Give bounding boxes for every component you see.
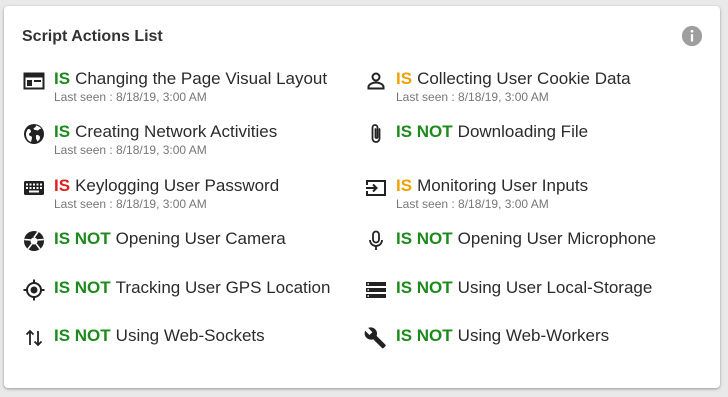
status-badge: IS NOT [396, 229, 453, 248]
status-badge: IS NOT [396, 122, 453, 141]
action-label: Monitoring User Inputs [417, 176, 589, 195]
gps-target-icon [22, 278, 46, 302]
status-badge: IS [54, 69, 71, 88]
actions-list: IS Changing the Page Visual Layout Last s… [22, 68, 712, 373]
list-item: IS Monitoring User Inputs Last seen : 8/1… [364, 175, 712, 228]
card-title: Script Actions List [22, 28, 163, 45]
list-item: IS Keylogging User Password Last seen : 8… [22, 175, 364, 228]
action-label: Keylogging User Password [75, 176, 280, 195]
person-icon [364, 69, 388, 93]
status-badge: IS NOT [54, 229, 111, 248]
list-item: IS Creating Network Activities Last seen … [22, 121, 364, 175]
camera-shutter-icon [22, 229, 46, 253]
wrench-icon [364, 326, 388, 350]
list-item: IS NOT Tracking User GPS Location [22, 277, 364, 325]
action-label: Downloading File [457, 122, 589, 141]
last-seen: Last seen : 8/18/19, 3:00 AM [54, 143, 207, 157]
last-seen: Last seen : 8/18/19, 3:00 AM [396, 90, 549, 104]
status-badge: IS NOT [396, 326, 453, 345]
list-item: IS NOT Using Web-Sockets [22, 325, 364, 373]
action-label: Changing the Page Visual Layout [75, 69, 328, 88]
last-seen: Last seen : 8/18/19, 3:00 AM [54, 197, 207, 211]
list-item: IS Collecting User Cookie Data Last seen … [364, 68, 712, 121]
list-item: IS NOT Downloading File [364, 121, 712, 175]
paperclip-icon [364, 122, 388, 146]
list-item: IS NOT Using Web-Workers [364, 325, 712, 373]
swap-vertical-icon [22, 326, 46, 350]
keyboard-icon [22, 176, 46, 200]
action-label: Using Web-Sockets [115, 326, 265, 345]
status-badge: IS [396, 69, 413, 88]
status-badge: IS NOT [54, 278, 111, 297]
info-icon[interactable] [681, 25, 703, 47]
action-label: Tracking User GPS Location [115, 278, 331, 297]
input-icon [364, 176, 388, 200]
list-item: IS NOT Using User Local-Storage [364, 277, 712, 325]
web-layout-icon [22, 69, 46, 93]
storage-icon [364, 278, 388, 302]
list-item: IS NOT Opening User Camera [22, 228, 364, 277]
script-actions-card: Script Actions List IS Changing the Page … [4, 6, 720, 388]
action-label: Opening User Camera [115, 229, 286, 248]
status-badge: IS [54, 176, 71, 195]
list-item: IS NOT Opening User Microphone [364, 228, 712, 277]
status-badge: IS NOT [396, 278, 453, 297]
list-item: IS Changing the Page Visual Layout Last s… [22, 68, 364, 121]
action-label: Collecting User Cookie Data [417, 69, 631, 88]
globe-icon [22, 122, 46, 146]
action-label: Using Web-Workers [457, 326, 610, 345]
status-badge: IS [396, 176, 413, 195]
last-seen: Last seen : 8/18/19, 3:00 AM [396, 197, 549, 211]
status-badge: IS NOT [54, 326, 111, 345]
action-label: Using User Local-Storage [457, 278, 653, 297]
status-badge: IS [54, 122, 71, 141]
action-label: Creating Network Activities [75, 122, 278, 141]
action-label: Opening User Microphone [457, 229, 657, 248]
last-seen: Last seen : 8/18/19, 3:00 AM [54, 90, 207, 104]
microphone-icon [364, 229, 388, 253]
